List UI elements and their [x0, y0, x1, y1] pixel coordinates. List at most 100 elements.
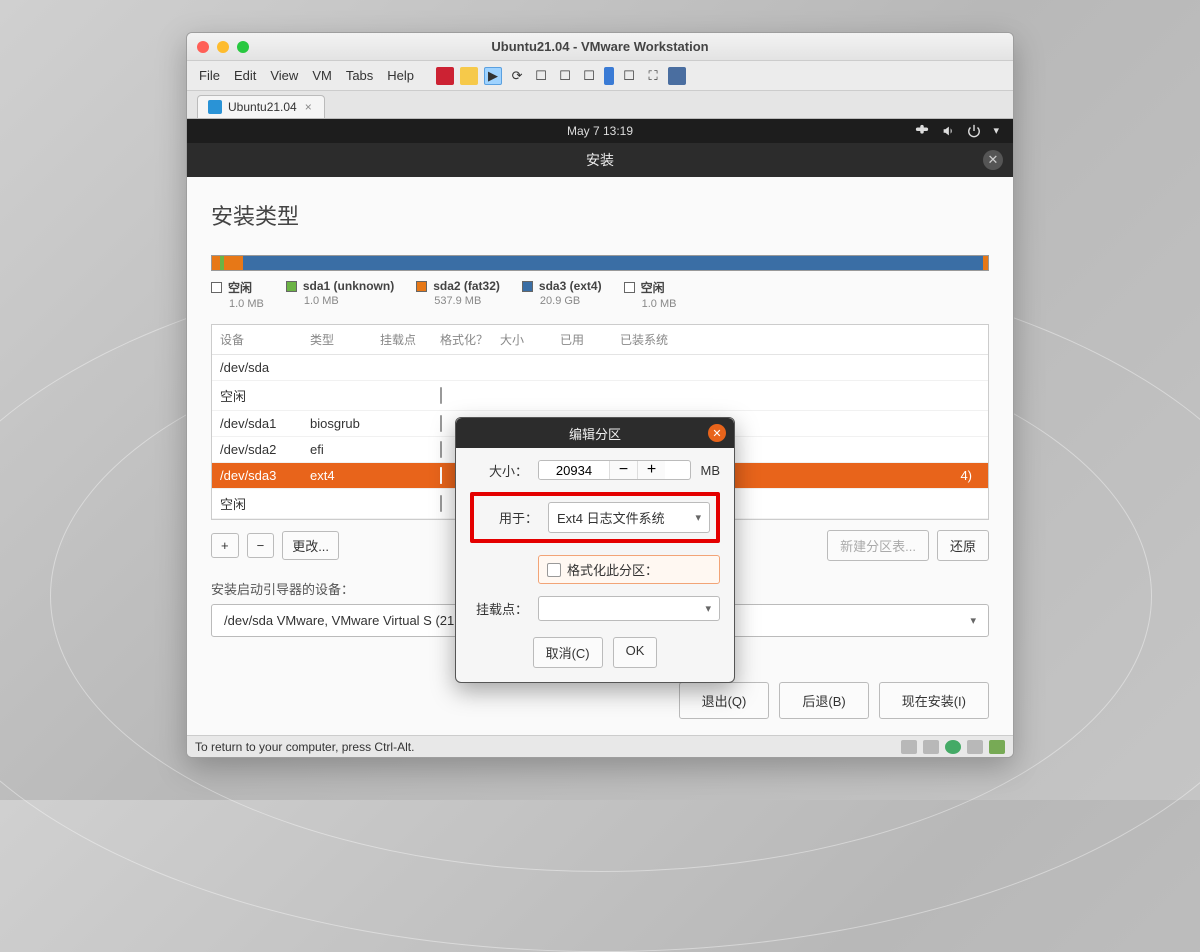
- disk-legend: 空闲 1.0 MB sda1 (unknown) 1.0 MB sda2 (fa…: [211, 279, 989, 310]
- installer-close-button[interactable]: ✕: [983, 150, 1003, 170]
- col-size[interactable]: 大小: [500, 331, 560, 348]
- host-menubar: File Edit View VM Tabs Help ▶ ⟳ ☐ ☐ ☐ ☐ …: [187, 61, 1013, 91]
- col-used[interactable]: 已用: [560, 331, 620, 348]
- col-device[interactable]: 设备: [220, 331, 310, 348]
- back-button[interactable]: 后退(B): [779, 682, 868, 719]
- size-label: 大小：: [470, 461, 528, 480]
- host-statusbar: To return to your computer, press Ctrl-A…: [187, 735, 1013, 757]
- remove-partition-button[interactable]: −: [247, 533, 275, 558]
- add-partition-button[interactable]: +: [211, 533, 239, 558]
- col-mountpoint[interactable]: 挂载点: [380, 331, 440, 348]
- disk-seg-free2: [983, 256, 988, 270]
- size-plus-button[interactable]: +: [637, 461, 665, 479]
- legend-item-sda3: sda3 (ext4) 20.9 GB: [522, 279, 602, 310]
- use-as-select[interactable]: Ext4 日志文件系统 ▾: [548, 502, 710, 533]
- use-label: 用于：: [480, 508, 538, 527]
- col-format[interactable]: 格式化？: [440, 331, 500, 348]
- toolbar-snapshot-rev-icon[interactable]: ☐: [580, 67, 598, 85]
- dialog-close-button[interactable]: ✕: [708, 424, 726, 442]
- legend-item-free1: 空闲 1.0 MB: [211, 279, 264, 310]
- gnome-top-bar: May 7 13:19 ▾: [187, 119, 1013, 143]
- legend-item-sda2: sda2 (fat32) 537.9 MB: [416, 279, 500, 310]
- legend-swatch-icon: [211, 282, 222, 293]
- quit-button[interactable]: 退出(Q): [679, 682, 770, 719]
- format-partition-checkbox[interactable]: [547, 563, 561, 577]
- status-hdd-icon[interactable]: [901, 740, 917, 754]
- bootloader-value: /dev/sda VMware, VMware Virtual S (21.5 …: [224, 613, 492, 628]
- tab-close-icon[interactable]: ×: [303, 100, 314, 114]
- monitor-icon: [208, 100, 222, 114]
- new-table-button[interactable]: 新建分区表...: [827, 530, 929, 561]
- disk-usage-bar: [211, 255, 989, 271]
- toolbar-snapshot-icon[interactable]: ☐: [532, 67, 550, 85]
- menu-vm[interactable]: VM: [312, 68, 332, 83]
- installer-titlebar: 安装 ✕: [187, 143, 1013, 177]
- chevron-down-icon: ▾: [705, 602, 711, 615]
- cancel-button[interactable]: 取消(C): [533, 637, 603, 668]
- chevron-down-icon: ▾: [695, 511, 701, 524]
- menu-file[interactable]: File: [199, 68, 220, 83]
- dialog-title: 编辑分区: [569, 424, 621, 443]
- menu-edit[interactable]: Edit: [234, 68, 256, 83]
- size-stepper[interactable]: − +: [538, 460, 691, 480]
- install-button[interactable]: 现在安装(I): [879, 682, 989, 719]
- edit-partition-dialog: 编辑分区 ✕ 大小： − + MB: [455, 417, 735, 683]
- legend-swatch-icon: [286, 281, 297, 292]
- ok-button[interactable]: OK: [613, 637, 658, 668]
- menu-view[interactable]: View: [270, 68, 298, 83]
- disk-seg-sda3: [243, 256, 983, 270]
- legend-item-free2: 空闲 1.0 MB: [624, 279, 677, 310]
- disk-seg-free1: [212, 256, 220, 270]
- status-cd-icon[interactable]: [923, 740, 939, 754]
- format-checkbox[interactable]: [440, 441, 442, 458]
- change-partition-button[interactable]: 更改...: [282, 531, 339, 560]
- partition-row[interactable]: /dev/sda: [212, 355, 988, 381]
- partition-row[interactable]: 空闲: [212, 381, 988, 411]
- legend-swatch-icon: [624, 282, 635, 293]
- format-checkbox[interactable]: [440, 467, 442, 484]
- menu-tabs[interactable]: Tabs: [346, 68, 373, 83]
- installer-title: 安装: [586, 150, 614, 170]
- status-sound-icon[interactable]: [989, 740, 1005, 754]
- page-heading: 安装类型: [211, 199, 989, 231]
- format-label: 格式化此分区：: [567, 560, 658, 579]
- format-checkbox[interactable]: [440, 387, 442, 404]
- toolbar-fullscreen-icon[interactable]: ⛶: [644, 67, 662, 85]
- format-checkbox[interactable]: [440, 495, 442, 512]
- document-tab-ubuntu[interactable]: Ubuntu21.04 ×: [197, 95, 325, 118]
- mount-label: 挂载点：: [470, 599, 528, 618]
- host-title: Ubuntu21.04 - VMware Workstation: [187, 39, 1013, 54]
- host-titlebar: Ubuntu21.04 - VMware Workstation: [187, 33, 1013, 61]
- size-input[interactable]: [539, 461, 609, 479]
- vmware-window: Ubuntu21.04 - VMware Workstation File Ed…: [186, 32, 1014, 758]
- toolbar-screenshot-icon[interactable]: [668, 67, 686, 85]
- guest-screen: May 7 13:19 ▾ 安装 ✕ 安装类型: [187, 119, 1013, 735]
- toolbar-poweroff-icon[interactable]: [436, 67, 454, 85]
- legend-item-sda1: sda1 (unknown) 1.0 MB: [286, 279, 394, 310]
- toolbar-split-icon[interactable]: [604, 67, 614, 85]
- chevron-down-icon: ▾: [970, 614, 976, 627]
- gnome-clock[interactable]: May 7 13:19: [187, 124, 1013, 138]
- format-checkbox[interactable]: [440, 415, 442, 432]
- status-usb-icon[interactable]: [967, 740, 983, 754]
- toolbar-snapshot-mgr-icon[interactable]: ☐: [556, 67, 574, 85]
- col-system[interactable]: 已装系统: [620, 331, 980, 348]
- col-type[interactable]: 类型: [310, 331, 380, 348]
- size-minus-button[interactable]: −: [609, 461, 637, 479]
- toolbar-unity-icon[interactable]: ☐: [620, 67, 638, 85]
- status-text: To return to your computer, press Ctrl-A…: [195, 740, 414, 754]
- toolbar-cycle-icon[interactable]: ⟳: [508, 67, 526, 85]
- size-unit: MB: [701, 463, 721, 478]
- installer-body: 安装类型 空闲 1.0 MB sda1 (unknown) 1.0 MB: [187, 177, 1013, 735]
- status-net-icon[interactable]: [945, 740, 961, 754]
- legend-swatch-icon: [416, 281, 427, 292]
- menu-help[interactable]: Help: [387, 68, 414, 83]
- revert-button[interactable]: 还原: [937, 530, 989, 561]
- toolbar-pause-icon[interactable]: [460, 67, 478, 85]
- disk-seg-sda2: [224, 256, 243, 270]
- mount-point-select[interactable]: ▾: [538, 596, 720, 621]
- legend-swatch-icon: [522, 281, 533, 292]
- format-row[interactable]: 格式化此分区：: [538, 555, 720, 584]
- highlight-use-as: 用于： Ext4 日志文件系统 ▾: [470, 492, 720, 543]
- toolbar-play-icon[interactable]: ▶: [484, 67, 502, 85]
